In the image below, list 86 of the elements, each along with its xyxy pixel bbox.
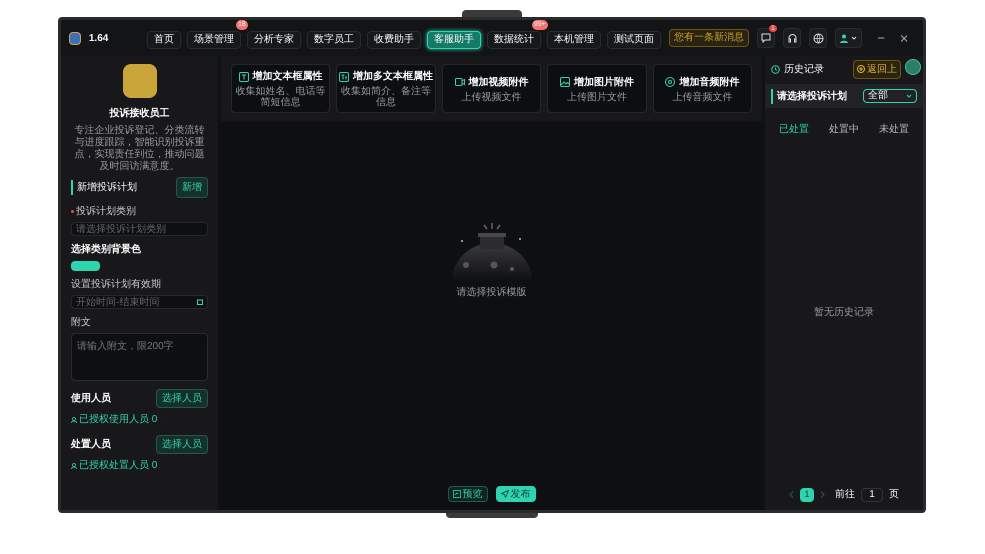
select-people-button[interactable]: 选择人员 (156, 389, 208, 408)
app-logo (69, 32, 81, 44)
employee-photo-placeholder (122, 64, 156, 98)
employee-title: 投诉接收员工 (108, 106, 170, 121)
card-title: 增加多文本框属性 (353, 70, 434, 84)
globe-button[interactable] (809, 28, 828, 48)
text-icon (339, 72, 350, 82)
attribute-card[interactable]: 增加音频附件 上传音频文件 (652, 64, 752, 113)
nav-tab[interactable]: 分析专家 (246, 30, 301, 48)
plan-category-select[interactable]: 请选择投诉计划类别 (71, 222, 208, 236)
image-icon (560, 77, 570, 87)
attribute-card[interactable]: 增加多文本框属性 收集如简介、备注等信息 (336, 64, 436, 113)
close-icon[interactable] (900, 34, 907, 42)
nav-tab[interactable]: 场景管理 (186, 30, 241, 48)
chat-icon (760, 33, 771, 43)
nav-tab[interactable]: 本机管理 (546, 30, 601, 48)
headset-icon (786, 32, 798, 44)
section-title: 新增投诉计划 (71, 180, 137, 195)
page-button[interactable]: 1 (800, 488, 814, 502)
field-label: 投诉计划类别 (76, 204, 136, 219)
field-label: 设置投诉计划有效期 (71, 278, 161, 292)
card-title: 增加视频附件 (468, 76, 529, 90)
back-button[interactable]: 返回上 (853, 60, 901, 78)
color-swatch[interactable] (71, 261, 100, 271)
camera (462, 10, 522, 17)
history-tab[interactable]: 已处置 (779, 122, 809, 137)
attribute-card[interactable]: 增加文本框属性 收集如姓名、电话等简短信息 (231, 64, 330, 113)
plus-circle-icon (857, 65, 865, 73)
attribute-card[interactable]: 增加图片附件 上传图片文件 (547, 64, 647, 113)
section-title: 处置人员 (71, 438, 111, 452)
send-icon (500, 490, 508, 498)
app-version: 1.64 (88, 32, 110, 46)
empty-state-text: 请选择投诉模版 (456, 286, 526, 300)
card-subtitle: 上传视频文件 (462, 92, 522, 102)
video-icon (454, 77, 465, 87)
card-title: 增加音频附件 (679, 75, 740, 90)
user-icon (71, 416, 77, 422)
nav-tab[interactable]: 收费助手 (366, 30, 421, 48)
user-menu-button[interactable] (835, 28, 862, 48)
user-icon (71, 462, 77, 468)
card-title: 增加图片附件 (574, 76, 634, 90)
card-subtitle: 收集如姓名、电话等简短信息 (234, 86, 327, 108)
nav-tab[interactable]: 首页 (146, 30, 181, 48)
headset-button[interactable] (782, 28, 802, 48)
section-title: 使用人员 (71, 392, 111, 406)
select-people-button[interactable]: 选择人员 (156, 435, 208, 454)
goto-label: 前往 (835, 488, 855, 502)
empty-history-text: 暂无历史记录 (814, 306, 874, 320)
notice-button[interactable]: 您有一条新消息 (668, 29, 749, 47)
plan-select[interactable]: 全部 (863, 89, 917, 103)
nav-tab[interactable]: 数字员工 (306, 30, 361, 48)
preview-icon (452, 490, 460, 498)
clock-icon (771, 64, 780, 74)
card-subtitle: 收集如简介、备注等信息 (340, 86, 432, 108)
preview-button[interactable]: 预览 (448, 486, 488, 502)
nav-tab[interactable]: 客服助手 (426, 30, 481, 48)
user-icon (840, 34, 848, 42)
card-subtitle: 上传音频文件 (672, 92, 732, 102)
history-tab[interactable]: 未处置 (879, 122, 909, 137)
calendar-icon (197, 299, 203, 305)
history-title: 历史记录 (784, 62, 824, 76)
filter-title: 请选择投诉计划 (771, 88, 847, 104)
goto-page-input[interactable]: 1 (861, 488, 883, 502)
history-tab[interactable]: 处置中 (829, 122, 859, 137)
audio-icon (665, 77, 676, 87)
nav-tab[interactable]: 数据统计 (486, 30, 541, 48)
caret-icon (851, 36, 858, 40)
minimize-icon[interactable] (878, 37, 885, 39)
field-label: 选择类别背景色 (71, 242, 141, 257)
globe-icon (812, 32, 824, 44)
employee-description: 专注企业投诉登记、分类流转与进度跟踪，智能识别投诉重点，实现责任到位，推动问题及时回访满意度。 (74, 125, 206, 173)
page-suffix: 页 (889, 488, 899, 502)
card-title: 增加文本框属性 (252, 70, 323, 84)
date-range-field[interactable]: 开始时间-结束时间 (71, 295, 208, 309)
publish-button[interactable]: 发布 (496, 486, 536, 502)
caret-icon (906, 94, 912, 98)
attribute-card[interactable]: 增加视频附件 上传视频文件 (442, 64, 542, 113)
field-label: 附文 (71, 316, 91, 330)
authorized-count: 已授权处置人员 0 (79, 458, 158, 473)
floating-assistant-icon[interactable] (905, 59, 921, 75)
nav-tab[interactable]: 测试页面 (606, 30, 661, 48)
text-icon (238, 72, 249, 82)
card-subtitle: 上传图片文件 (566, 92, 627, 102)
attachment-text-field[interactable]: 请输入附文，限200字 (71, 333, 208, 381)
add-button[interactable]: 新增 (176, 177, 208, 198)
authorized-count: 已授权使用人员 0 (79, 412, 158, 427)
